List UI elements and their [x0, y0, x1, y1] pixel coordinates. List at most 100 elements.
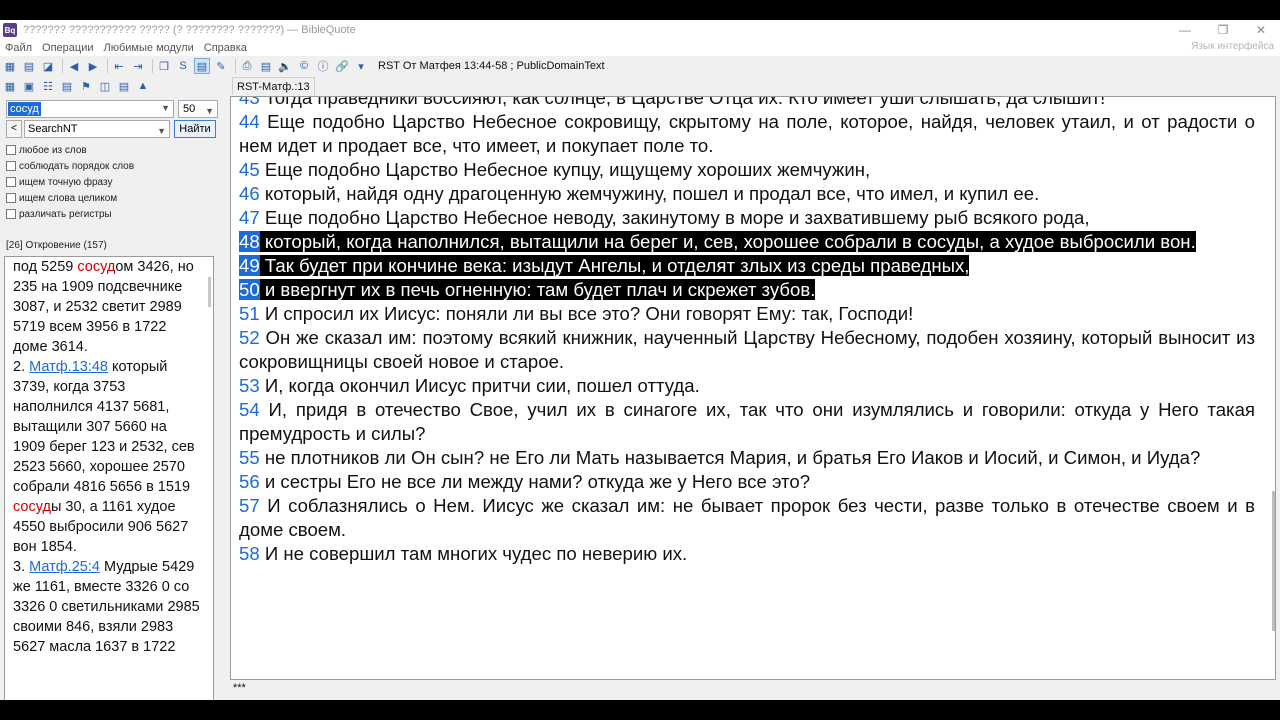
tab-rst-matthew-13[interactable]: RST-Матф.:13	[232, 77, 315, 95]
search-result-item[interactable]: 3. Матф.25:4 Мудрые 5429 же 1161, вместе…	[13, 557, 203, 657]
book-list-icon[interactable]: ▦	[2, 78, 18, 94]
verse-49[interactable]: 49 Так будет при кончине века: изыдут Ан…	[239, 254, 1255, 278]
bookmarks-icon[interactable]: ⚑	[78, 78, 94, 94]
chevron-down-icon[interactable]: ▼	[161, 103, 170, 113]
verse-number[interactable]: 43	[239, 97, 260, 108]
next-chapter-icon[interactable]: ⇥	[130, 58, 146, 74]
link-icon[interactable]: 🔗	[334, 58, 350, 74]
search-panel-icon[interactable]: ☷	[40, 78, 56, 94]
verse-number[interactable]: 55	[239, 447, 260, 468]
dropdown-arrow-icon[interactable]: ▾	[353, 58, 369, 74]
search-input[interactable]: сосуд ▼	[6, 100, 174, 118]
verse-51[interactable]: 51 И спросил их Иисус: поняли ли вы все …	[239, 302, 1255, 326]
bible-text-view[interactable]: 43 Тогда праведники воссияют, как солнце…	[230, 96, 1276, 680]
parallel-view-icon[interactable]: ▤	[194, 58, 210, 74]
checkbox[interactable]	[6, 145, 16, 155]
chevron-down-icon[interactable]: ▼	[205, 103, 214, 119]
search-result-item[interactable]: под 5259 сосудом 3426, но 235 на 1909 по…	[13, 257, 203, 357]
back-button[interactable]: <	[6, 120, 22, 138]
option-word-order[interactable]: соблюдать порядок слов	[6, 158, 214, 174]
verse-47[interactable]: 47 Еще подобно Царство Небесное неводу, …	[239, 206, 1255, 230]
library-icon[interactable]: ▣	[21, 78, 37, 94]
verse-number[interactable]: 48	[239, 231, 260, 252]
option-whole-words[interactable]: ищем слова целиком	[6, 190, 214, 206]
bottom-tab[interactable]: ***	[230, 680, 249, 696]
memo-icon[interactable]: ✎	[213, 58, 229, 74]
dictionary-icon[interactable]: ▤	[59, 78, 75, 94]
panel-toggle-icon[interactable]: ▦	[2, 58, 18, 74]
checkbox[interactable]	[6, 177, 16, 187]
verse-54[interactable]: 54 И, придя в отечество Свое, учил их в …	[239, 398, 1255, 446]
search-result-item[interactable]: 2. Матф.13:48 который 3739, когда 3753 н…	[13, 357, 203, 557]
result-count-select[interactable]: 50 ▼	[178, 100, 218, 118]
search-results[interactable]: под 5259 сосудом 3426, но 235 на 1909 по…	[4, 256, 214, 700]
module-select[interactable]: SearchNT ▼	[24, 120, 170, 138]
verse-44[interactable]: 44 Еще подобно Царство Небесное сокровищ…	[239, 110, 1255, 158]
menu-help[interactable]: Справка	[199, 42, 252, 54]
print-icon[interactable]: ⎙	[239, 58, 255, 74]
verse-58[interactable]: 58 И не совершил там многих чудес по нев…	[239, 542, 1255, 566]
option-any-word[interactable]: любое из слов	[6, 142, 214, 158]
verse-number[interactable]: 58	[239, 543, 260, 564]
verse-52[interactable]: 52 Он же сказал им: поэтому всякий книжн…	[239, 326, 1255, 374]
verse-56[interactable]: 56 и сестры Его не все ли между нами? от…	[239, 470, 1255, 494]
chevron-down-icon[interactable]: ▼	[157, 123, 166, 139]
copyright-icon[interactable]: ©	[296, 58, 312, 74]
verse-43[interactable]: 43 Тогда праведники воссияют, как солнце…	[239, 97, 1255, 110]
verse-number[interactable]: 52	[239, 327, 260, 348]
maximize-icon[interactable]: ❐	[1204, 20, 1242, 40]
verse-number[interactable]: 53	[239, 375, 260, 396]
menu-favorite-modules[interactable]: Любимые модули	[99, 42, 199, 54]
close-icon[interactable]: ✕	[1242, 20, 1280, 40]
verse-number[interactable]: 44	[239, 111, 260, 132]
verse-number[interactable]: 51	[239, 303, 260, 324]
checkbox[interactable]	[6, 209, 16, 219]
option-exact-phrase[interactable]: ищем точную фразу	[6, 174, 214, 190]
menu-file[interactable]: Файл	[0, 42, 37, 54]
history-icon[interactable]: ◪	[40, 58, 56, 74]
verse-body: 54 И, придя в отечество Свое, учил их в …	[239, 399, 1255, 444]
verse-number[interactable]: 57	[239, 495, 260, 516]
back-arrow-icon[interactable]: ◀	[66, 58, 82, 74]
folder-icon[interactable]: ◫	[97, 78, 113, 94]
results-scrollbar[interactable]	[208, 277, 211, 307]
option-label: ищем точную фразу	[19, 176, 113, 188]
menu-operations[interactable]: Операции	[37, 42, 98, 54]
result-reference-link[interactable]: Матф.13:48	[29, 359, 108, 375]
strong-numbers-icon[interactable]: S	[175, 58, 191, 74]
forward-arrow-icon[interactable]: ▶	[85, 58, 101, 74]
sound-icon[interactable]: 🔈	[277, 58, 293, 74]
verse-number[interactable]: 56	[239, 471, 260, 492]
checkbox[interactable]	[6, 161, 16, 171]
new-tab-icon[interactable]: ▤	[21, 58, 37, 74]
result-text: 3.	[13, 559, 30, 575]
verse-46[interactable]: 46 который, найдя одну драгоценную жемчу…	[239, 182, 1255, 206]
preview-icon[interactable]: ▤	[258, 58, 274, 74]
copy-icon[interactable]: ❐	[156, 58, 172, 74]
notes-icon[interactable]: ▤	[116, 78, 132, 94]
window-controls: — ❐ ✕	[1166, 20, 1280, 40]
verse-57[interactable]: 57 И соблазнялись о Нем. Иисус же сказал…	[239, 494, 1255, 542]
verse-number[interactable]: 54	[239, 399, 260, 420]
verse-50[interactable]: 50 и ввергнут их в печь огненную: там бу…	[239, 278, 1255, 302]
text-scrollbar[interactable]	[1272, 491, 1275, 631]
option-case-sensitive[interactable]: различать регистры	[6, 206, 214, 222]
verse-55[interactable]: 55 не плотников ли Он сын? не Его ли Мат…	[239, 446, 1255, 470]
verse-number[interactable]: 49	[239, 255, 260, 276]
interface-language-button[interactable]: Язык интерфейса	[1191, 41, 1274, 52]
prev-chapter-icon[interactable]: ⇤	[111, 58, 127, 74]
minimize-icon[interactable]: —	[1166, 20, 1204, 40]
graph-icon[interactable]: ▲	[135, 78, 151, 94]
verse-number[interactable]: 46	[239, 183, 260, 204]
verse-number[interactable]: 45	[239, 159, 260, 180]
verse-number[interactable]: 50	[239, 279, 260, 300]
result-reference-link[interactable]: Матф.25:4	[29, 559, 100, 575]
verse-48[interactable]: 48 который, когда наполнился, вытащили н…	[239, 230, 1255, 254]
find-button[interactable]: Найти	[174, 120, 216, 138]
verse-53[interactable]: 53 И, когда окончил Иисус притчи сии, по…	[239, 374, 1255, 398]
verse-text: И не совершил там многих чудес по невери…	[259, 543, 688, 564]
verse-45[interactable]: 45 Еще подобно Царство Небесное купцу, и…	[239, 158, 1255, 182]
verse-number[interactable]: 47	[239, 207, 260, 228]
info-icon[interactable]: ⓘ	[315, 58, 331, 74]
checkbox[interactable]	[6, 193, 16, 203]
